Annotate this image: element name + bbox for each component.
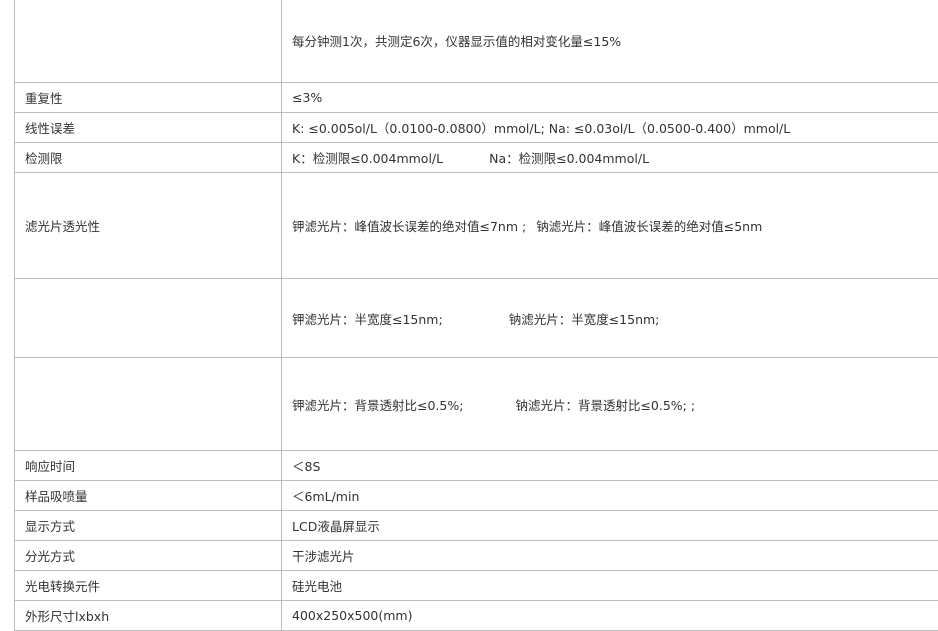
row-label [15, 0, 282, 83]
row-label: 响应时间 [15, 451, 282, 481]
row-value: 400x250x500(mm) [282, 601, 938, 631]
value-part: 钠滤光片：半宽度≤15nm; [509, 312, 660, 327]
table-row: 样品吸喷量 ＜6mL/min [15, 481, 938, 511]
table-row: 钾滤光片：半宽度≤15nm; 钠滤光片：半宽度≤15nm; [15, 279, 938, 358]
row-value: LCD液晶屏显示 [282, 511, 938, 541]
value-part: 钠滤光片：峰值波长误差的绝对值≤5nm [536, 219, 762, 234]
value-part: K：检测限≤0.004mmol/L [292, 151, 443, 166]
row-label: 光电转换元件 [15, 571, 282, 601]
row-label: 外形尺寸lxbxh [15, 601, 282, 631]
table-row: 重复性 ≤3% [15, 83, 938, 113]
table-row: 线性误差 K: ≤0.005ol/L（0.0100-0.0800）mmol/L;… [15, 113, 938, 143]
row-value: 钾滤光片：半宽度≤15nm; 钠滤光片：半宽度≤15nm; [282, 279, 938, 358]
row-value: 每分钟测1次，共测定6次，仪器显示值的相对变化量≤15% [282, 0, 938, 83]
table-row: 滤光片透光性 钾滤光片：峰值波长误差的绝对值≤7nm ; 钠滤光片：峰值波长误差的… [15, 173, 938, 279]
row-label: 重复性 [15, 83, 282, 113]
table-row: 钾滤光片：背景透射比≤0.5%; 钠滤光片：背景透射比≤0.5%; ; [15, 358, 938, 451]
table-row: 显示方式 LCD液晶屏显示 [15, 511, 938, 541]
row-value: 干涉滤光片 [282, 541, 938, 571]
row-value: ＜6mL/min [282, 481, 938, 511]
row-value: K: ≤0.005ol/L（0.0100-0.0800）mmol/L; Na: … [282, 113, 938, 143]
row-value: ≤3% [282, 83, 938, 113]
value-part: 钾滤光片：半宽度≤15nm; [292, 312, 443, 327]
value-part: 钠滤光片：背景透射比≤0.5%; ; [515, 398, 695, 413]
row-label: 样品吸喷量 [15, 481, 282, 511]
row-value: ＜8S [282, 451, 938, 481]
table-row: 响应时间 ＜8S [15, 451, 938, 481]
value-part: 钾滤光片：背景透射比≤0.5%; [292, 398, 463, 413]
row-label: 线性误差 [15, 113, 282, 143]
row-value: 硅光电池 [282, 571, 938, 601]
row-label: 显示方式 [15, 511, 282, 541]
row-value: 钾滤光片：背景透射比≤0.5%; 钠滤光片：背景透射比≤0.5%; ; [282, 358, 938, 451]
spec-table: 每分钟测1次，共测定6次，仪器显示值的相对变化量≤15% 重复性 ≤3% 线性误… [14, 0, 938, 631]
row-label [15, 279, 282, 358]
row-value: K：检测限≤0.004mmol/L Na：检测限≤0.004mmol/L [282, 143, 938, 173]
row-value: 钾滤光片：峰值波长误差的绝对值≤7nm ; 钠滤光片：峰值波长误差的绝对值≤5nm [282, 173, 938, 279]
table-row: 外形尺寸lxbxh 400x250x500(mm) [15, 601, 938, 631]
row-label: 检测限 [15, 143, 282, 173]
table-row: 光电转换元件 硅光电池 [15, 571, 938, 601]
table-row: 每分钟测1次，共测定6次，仪器显示值的相对变化量≤15% [15, 0, 938, 83]
value-part: Na：检测限≤0.004mmol/L [489, 151, 649, 166]
value-part: 钾滤光片：峰值波长误差的绝对值≤7nm ; [292, 219, 526, 234]
table-row: 分光方式 干涉滤光片 [15, 541, 938, 571]
table-row: 检测限 K：检测限≤0.004mmol/L Na：检测限≤0.004mmol/L [15, 143, 938, 173]
row-label: 滤光片透光性 [15, 173, 282, 279]
row-label [15, 358, 282, 451]
row-label: 分光方式 [15, 541, 282, 571]
